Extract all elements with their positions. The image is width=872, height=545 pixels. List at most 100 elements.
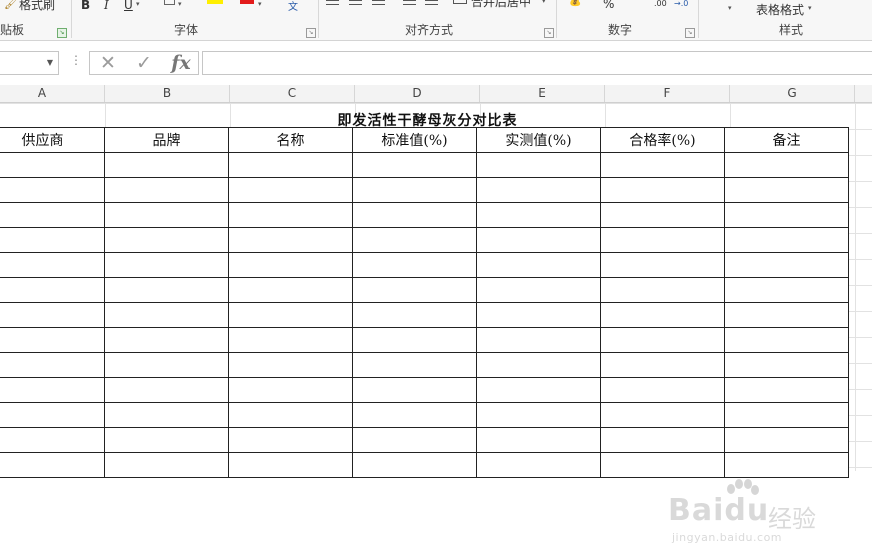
phonetic-icon[interactable]: 文 bbox=[288, 0, 298, 13]
font-color-icon[interactable] bbox=[240, 0, 254, 4]
table-cell[interactable] bbox=[724, 252, 849, 278]
table-cell[interactable] bbox=[0, 427, 105, 453]
table-cell[interactable] bbox=[352, 452, 477, 478]
table-cell[interactable] bbox=[724, 177, 849, 203]
table-cell[interactable] bbox=[600, 227, 725, 253]
table-cell[interactable] bbox=[476, 277, 601, 303]
table-cell[interactable] bbox=[724, 152, 849, 178]
conditional-format-dropdown-icon[interactable]: ▾ bbox=[728, 4, 732, 12]
format-painter-icon[interactable]: 🖌 bbox=[4, 0, 18, 10]
table-cell[interactable] bbox=[228, 377, 353, 403]
table-cell[interactable] bbox=[476, 452, 601, 478]
table-cell[interactable] bbox=[104, 452, 229, 478]
italic-button[interactable]: I bbox=[104, 0, 109, 13]
header-cell-measured[interactable]: 实测值(%) bbox=[476, 127, 601, 153]
table-cell[interactable] bbox=[724, 352, 849, 378]
table-cell[interactable] bbox=[724, 377, 849, 403]
table-cell[interactable] bbox=[104, 427, 229, 453]
table-cell[interactable] bbox=[104, 302, 229, 328]
table-cell[interactable] bbox=[476, 327, 601, 353]
accounting-format-icon[interactable]: 💰 bbox=[569, 0, 581, 7]
table-cell[interactable] bbox=[0, 152, 105, 178]
table-cell[interactable] bbox=[352, 302, 477, 328]
table-cell[interactable] bbox=[0, 277, 105, 303]
align-right-icon[interactable] bbox=[372, 0, 385, 5]
column-header-e[interactable]: E bbox=[480, 85, 605, 102]
table-cell[interactable] bbox=[228, 252, 353, 278]
table-cell[interactable] bbox=[476, 402, 601, 428]
table-cell[interactable] bbox=[352, 152, 477, 178]
format-as-table-button[interactable]: 表格格式 bbox=[756, 2, 804, 18]
column-header-f[interactable]: F bbox=[605, 85, 730, 102]
table-cell[interactable] bbox=[600, 452, 725, 478]
column-header-c[interactable]: C bbox=[230, 85, 355, 102]
table-cell[interactable] bbox=[352, 402, 477, 428]
table-cell[interactable] bbox=[0, 402, 105, 428]
merge-center-dropdown-icon[interactable]: ▾ bbox=[542, 0, 546, 5]
merge-center-button[interactable]: 合并后居中 bbox=[471, 0, 531, 10]
underline-dropdown-icon[interactable]: ▾ bbox=[136, 0, 140, 8]
table-cell[interactable] bbox=[352, 277, 477, 303]
formula-input[interactable] bbox=[202, 51, 872, 75]
table-cell[interactable] bbox=[228, 202, 353, 228]
align-left-icon[interactable] bbox=[326, 0, 339, 5]
table-cell[interactable] bbox=[228, 402, 353, 428]
merge-center-icon[interactable] bbox=[453, 0, 467, 4]
table-cell[interactable] bbox=[0, 252, 105, 278]
table-cell[interactable] bbox=[476, 352, 601, 378]
worksheet[interactable]: 即发活性干酵母灰分对比表 供应商 品牌 名称 标准值(%) 实测值(%) 合格率… bbox=[0, 103, 872, 544]
table-cell[interactable] bbox=[352, 377, 477, 403]
format-as-table-dropdown-icon[interactable]: ▾ bbox=[808, 4, 812, 12]
table-cell[interactable] bbox=[476, 227, 601, 253]
table-cell[interactable] bbox=[724, 452, 849, 478]
clipboard-launcher-icon[interactable]: ↘ bbox=[57, 28, 67, 38]
table-cell[interactable] bbox=[476, 377, 601, 403]
table-cell[interactable] bbox=[0, 227, 105, 253]
table-cell[interactable] bbox=[476, 177, 601, 203]
table-cell[interactable] bbox=[600, 327, 725, 353]
table-cell[interactable] bbox=[476, 202, 601, 228]
bold-button[interactable]: B bbox=[81, 0, 90, 13]
table-cell[interactable] bbox=[104, 327, 229, 353]
table-cell[interactable] bbox=[352, 202, 477, 228]
table-cell[interactable] bbox=[228, 452, 353, 478]
font-color-dropdown-icon[interactable]: ▾ bbox=[258, 0, 262, 8]
underline-button[interactable]: U bbox=[124, 0, 133, 13]
table-cell[interactable] bbox=[724, 227, 849, 253]
number-launcher-icon[interactable]: ↘ bbox=[685, 28, 695, 38]
table-cell[interactable] bbox=[476, 152, 601, 178]
name-box[interactable]: ▼ bbox=[0, 51, 59, 75]
table-cell[interactable] bbox=[228, 302, 353, 328]
table-cell[interactable] bbox=[352, 177, 477, 203]
table-cell[interactable] bbox=[352, 327, 477, 353]
table-cell[interactable] bbox=[104, 352, 229, 378]
table-cell[interactable] bbox=[0, 327, 105, 353]
table-cell[interactable] bbox=[724, 327, 849, 353]
header-cell-supplier[interactable]: 供应商 bbox=[0, 127, 105, 153]
decrease-indent-icon[interactable] bbox=[403, 0, 416, 5]
table-cell[interactable] bbox=[228, 177, 353, 203]
table-cell[interactable] bbox=[104, 152, 229, 178]
column-header-b[interactable]: B bbox=[105, 85, 230, 102]
font-launcher-icon[interactable]: ↘ bbox=[306, 28, 316, 38]
header-cell-name[interactable]: 名称 bbox=[228, 127, 353, 153]
table-cell[interactable] bbox=[104, 252, 229, 278]
table-cell[interactable] bbox=[104, 202, 229, 228]
table-cell[interactable] bbox=[104, 277, 229, 303]
table-cell[interactable] bbox=[0, 452, 105, 478]
table-cell[interactable] bbox=[0, 302, 105, 328]
header-cell-pass-rate[interactable]: 合格率(%) bbox=[600, 127, 725, 153]
table-cell[interactable] bbox=[228, 427, 353, 453]
insert-function-icon[interactable]: fx bbox=[166, 52, 196, 74]
column-header-a[interactable]: A bbox=[0, 85, 105, 102]
table-cell[interactable] bbox=[724, 402, 849, 428]
align-center-icon[interactable] bbox=[349, 0, 362, 5]
table-cell[interactable] bbox=[352, 252, 477, 278]
name-box-dropdown-icon[interactable]: ▼ bbox=[47, 58, 53, 67]
formula-bar-resize-handle[interactable]: ⋮ bbox=[70, 53, 82, 67]
table-cell[interactable] bbox=[0, 202, 105, 228]
table-cell[interactable] bbox=[600, 152, 725, 178]
table-cell[interactable] bbox=[228, 227, 353, 253]
table-cell[interactable] bbox=[228, 352, 353, 378]
table-cell[interactable] bbox=[104, 402, 229, 428]
